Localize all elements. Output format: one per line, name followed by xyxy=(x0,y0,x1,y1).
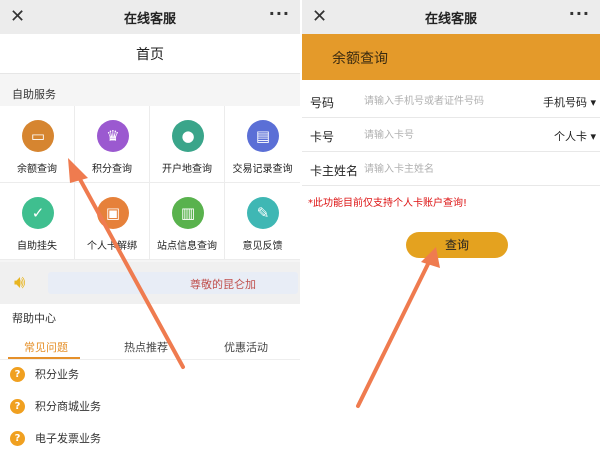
number-type-select[interactable]: 手机号码 ▾ xyxy=(543,94,596,110)
faq-item[interactable]: ? 积分商城业务 xyxy=(10,398,101,414)
info-list-icon: ▥ xyxy=(172,197,204,229)
faq-item[interactable]: ? 电子发票业务 xyxy=(10,430,101,446)
card-number-input[interactable] xyxy=(364,124,524,146)
question-icon: ? xyxy=(10,366,25,382)
field-label: 号码 xyxy=(310,96,335,110)
speaker-icon: 🔊︎ xyxy=(14,272,26,293)
notice-marquee xyxy=(48,272,298,294)
field-label: 卡号 xyxy=(310,130,335,144)
cardholder-name-row: 卡主姓名 xyxy=(302,152,600,186)
more-options-icon[interactable]: ··· xyxy=(269,4,290,23)
service-balance-query[interactable]: ▭ 余额查询 xyxy=(0,106,75,183)
shield-check-icon: ✓ xyxy=(22,197,54,229)
field-label: 卡主姓名 xyxy=(310,164,359,178)
service-station-info[interactable]: ▥ 站点信息查询 xyxy=(150,183,225,260)
card-type-select[interactable]: 个人卡 ▾ xyxy=(554,128,596,144)
page-header: 首页 xyxy=(0,34,300,74)
window-title: 在线客服 xyxy=(424,12,477,27)
query-button[interactable]: 查询 xyxy=(406,232,508,258)
tab-promotions[interactable]: 优惠活动 xyxy=(224,339,268,355)
home-screen: ✕ 在线客服 ··· 首页 自助服务 ▭ 余额查询 ♛ 积分查询 ● 开户地查询… xyxy=(0,0,300,450)
page-header: 余额查询 xyxy=(302,34,600,80)
service-label: 意见反馈 xyxy=(242,241,283,252)
service-transaction-query[interactable]: ▤ 交易记录查询 xyxy=(225,106,300,183)
id-card-icon: ▣ xyxy=(97,197,129,229)
help-center: 帮助中心 常见问题 热点推荐 优惠活动 ? 积分业务 ? 积分商城业务 ? 电子发票业… xyxy=(0,304,300,450)
tab-hot-recommend[interactable]: 热点推荐 xyxy=(124,339,168,355)
service-label: 站点信息查询 xyxy=(157,241,217,252)
service-label: 个人卡解绑 xyxy=(87,241,137,252)
service-label: 余额查询 xyxy=(17,164,57,175)
section-title-help-center: 帮助中心 xyxy=(12,312,56,325)
phone-number-row: 号码 手机号码 ▾ xyxy=(302,84,600,118)
card-number-row: 卡号 个人卡 ▾ xyxy=(302,118,600,152)
faq-label: 积分商城业务 xyxy=(35,400,101,413)
more-options-icon[interactable]: ··· xyxy=(569,4,590,23)
service-report-loss[interactable]: ✓ 自助挂失 xyxy=(0,183,75,260)
service-card-unbind[interactable]: ▣ 个人卡解绑 xyxy=(75,183,150,260)
title-bar: ✕ 在线客服 ··· xyxy=(302,0,600,34)
question-icon: ? xyxy=(10,398,25,414)
notice-text: 尊敬的昆仑加 xyxy=(190,278,256,291)
service-points-query[interactable]: ♛ 积分查询 xyxy=(75,106,150,183)
service-branch-query[interactable]: ● 开户地查询 xyxy=(150,106,225,183)
faq-label: 积分业务 xyxy=(35,368,79,381)
service-label: 自助挂失 xyxy=(17,241,57,252)
service-label: 开户地查询 xyxy=(162,164,212,175)
cardholder-name-input[interactable] xyxy=(364,158,524,180)
crown-icon: ♛ xyxy=(97,120,129,152)
faq-item[interactable]: ? 积分业务 xyxy=(10,366,79,382)
window-title: 在线客服 xyxy=(123,12,176,27)
page-title: 余额查询 xyxy=(332,51,388,67)
service-feedback[interactable]: ✎ 意见反馈 xyxy=(225,183,300,260)
phone-number-input[interactable] xyxy=(364,90,524,112)
service-label: 交易记录查询 xyxy=(232,164,293,175)
help-tabs: 常见问题 热点推荐 优惠活动 xyxy=(0,332,300,360)
document-icon: ▤ xyxy=(247,120,279,152)
faq-label: 电子发票业务 xyxy=(35,432,101,445)
section-title-self-service: 自助服务 xyxy=(12,88,56,101)
page-title: 首页 xyxy=(136,47,164,63)
service-label: 积分查询 xyxy=(92,164,132,175)
service-grid: ▭ 余额查询 ♛ 积分查询 ● 开户地查询 ▤ 交易记录查询 ✓ 自助挂失 ▣ … xyxy=(0,106,300,260)
notice-text: *此功能目前仅支持个人卡账户查询! xyxy=(308,198,468,209)
title-bar: ✕ 在线客服 ··· xyxy=(0,0,300,34)
balance-query-screen: ✕ 在线客服 ··· 余额查询 号码 手机号码 ▾ 卡号 个人卡 ▾ 卡主姓名 … xyxy=(302,0,600,450)
question-icon: ? xyxy=(10,430,25,446)
edit-icon: ✎ xyxy=(247,197,279,229)
location-pin-icon: ● xyxy=(172,120,204,152)
wallet-icon: ▭ xyxy=(22,120,54,152)
tab-faq[interactable]: 常见问题 xyxy=(24,339,68,355)
notice-banner[interactable]: 🔊︎ 尊敬的昆仑加 xyxy=(0,262,300,304)
active-tab-indicator xyxy=(8,357,80,359)
